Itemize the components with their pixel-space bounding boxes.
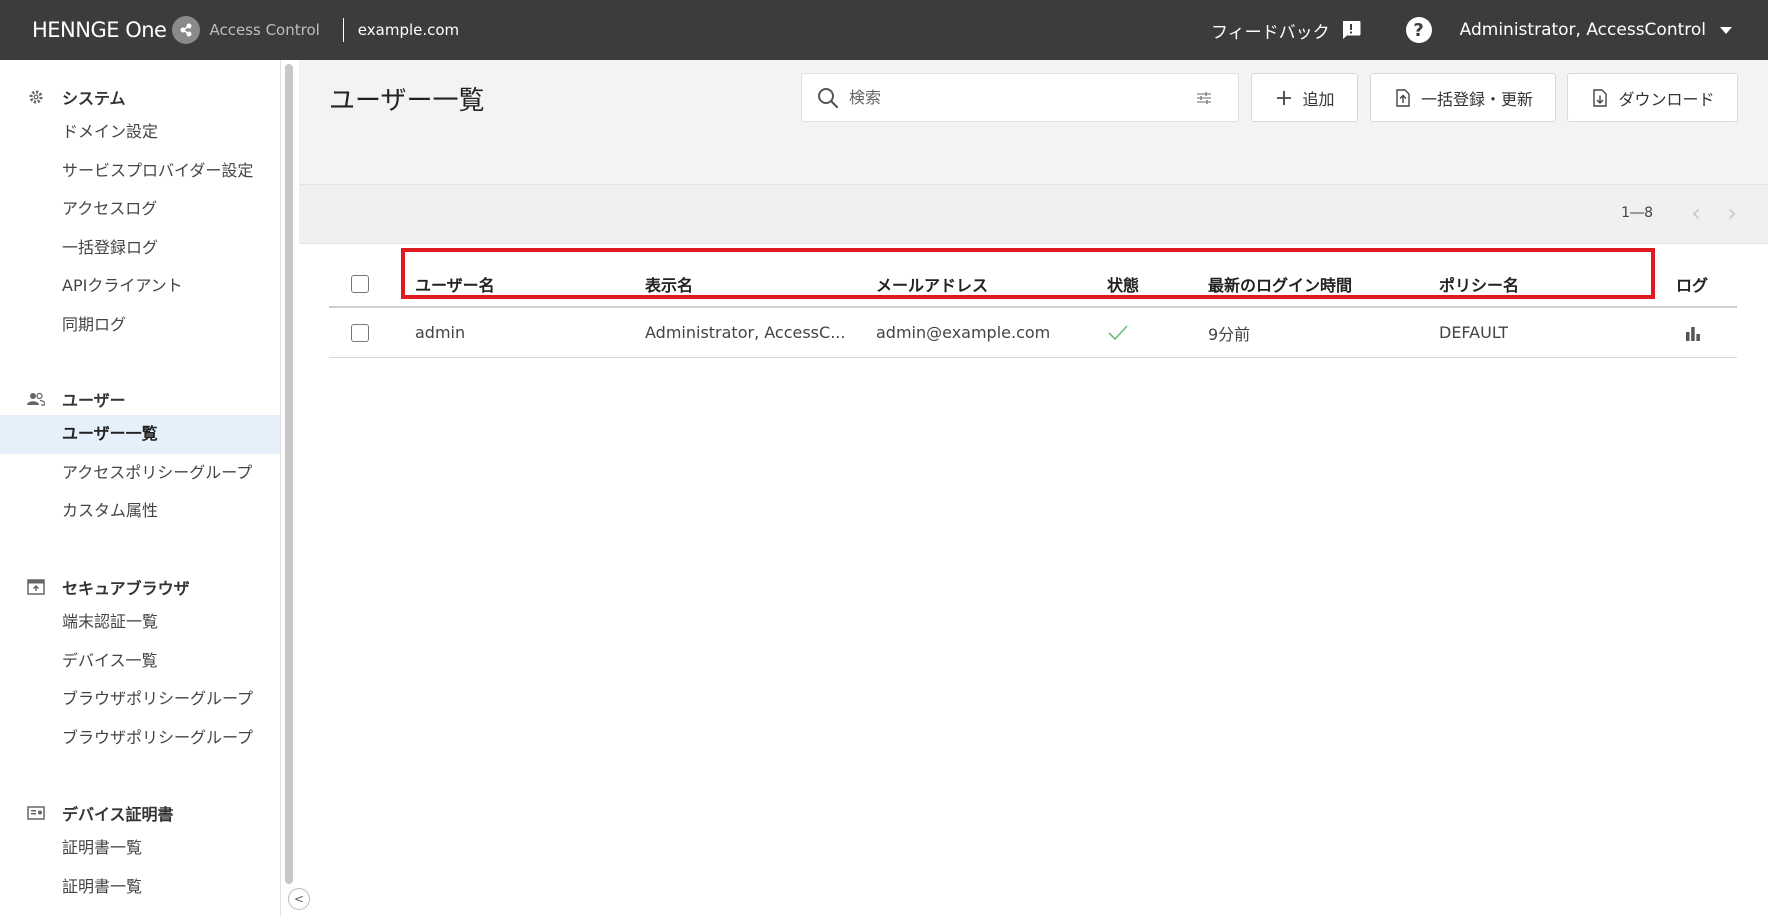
pagination-bar: 1―8 ‹ › — [299, 184, 1768, 244]
sidebar-item-cert-list-2[interactable]: 証明書一覧 — [0, 868, 280, 907]
cell-log — [1684, 308, 1702, 357]
sidebar-item-user-list[interactable]: ユーザー一覧 — [0, 415, 280, 454]
cell-display-name: Administrator, AccessC... — [645, 323, 846, 342]
feedback-label: フィードバック — [1210, 22, 1330, 43]
brand[interactable]: HENNGE One Access Control — [32, 0, 320, 60]
domain-label: example.com — [357, 21, 460, 39]
checkmark-icon — [1108, 324, 1128, 340]
sidebar-section-users: ユーザー ユーザー一覧 アクセスポリシーグループ カスタム属性 — [0, 383, 280, 531]
cell-policy: DEFAULT — [1439, 323, 1509, 342]
main-content: ユーザー一覧 追加 一括登録・更新 ダウンロード 1―8 ‹ › ユーザー名 — [299, 60, 1768, 916]
upload-file-icon — [1396, 88, 1410, 107]
table-header: ユーザー名 表示名 メールアドレス 状態 最新のログイン時間 ポリシー名 ログ — [329, 262, 1737, 308]
cell-status — [1107, 308, 1129, 357]
sidebar-item-sync-log[interactable]: 同期ログ — [0, 306, 280, 345]
cell-last-login: 9分前 — [1208, 324, 1251, 344]
column-header-log: ログ — [1676, 276, 1709, 295]
sidebar-section-device-cert: デバイス証明書 証明書一覧 証明書一覧 — [0, 797, 280, 907]
sidebar-heading: ユーザー — [0, 383, 280, 415]
feedback-button[interactable]: フィードバック — [1211, 18, 1362, 43]
bar-chart-icon[interactable] — [1684, 324, 1702, 342]
sidebar-item-browser-policy-group-2[interactable]: ブラウザポリシーグループ — [0, 719, 280, 758]
sidebar-item-access-policy-group[interactable]: アクセスポリシーグループ — [0, 454, 280, 493]
download-file-icon — [1593, 88, 1608, 107]
row-checkbox[interactable] — [351, 323, 369, 342]
download-button[interactable]: ダウンロード — [1567, 73, 1738, 122]
filter-icon[interactable] — [1195, 89, 1213, 107]
cell-email: admin@example.com — [876, 323, 1051, 342]
chevron-down-icon — [1720, 26, 1732, 34]
column-header-policy[interactable]: ポリシー名 — [1439, 262, 1519, 306]
sidebar: システム ドメイン設定 サービスプロバイダー設定 アクセスログ 一括登録ログ A… — [0, 60, 281, 916]
brand-divider — [342, 18, 344, 42]
user-name: Administrator, AccessControl — [1459, 20, 1706, 40]
users-icon — [26, 389, 46, 409]
add-button-label: 追加 — [1302, 89, 1335, 109]
certificate-icon — [26, 803, 46, 823]
select-all-cell — [351, 262, 369, 306]
sidebar-item-cert-list[interactable]: 証明書一覧 — [0, 829, 280, 868]
page-header: ユーザー一覧 追加 一括登録・更新 ダウンロード — [299, 60, 1768, 184]
search-box[interactable] — [801, 73, 1239, 122]
sidebar-item-domain-settings[interactable]: ドメイン設定 — [0, 113, 280, 152]
column-header-email[interactable]: メールアドレス — [876, 262, 988, 306]
row-select-cell — [351, 308, 369, 357]
bulk-register-button[interactable]: 一括登録・更新 — [1370, 73, 1556, 122]
product-name: Access Control — [209, 21, 320, 39]
column-header-username[interactable]: ユーザー名 — [415, 262, 495, 306]
sidebar-item-bulk-log[interactable]: 一括登録ログ — [0, 229, 280, 268]
sidebar-item-browser-policy-group[interactable]: ブラウザポリシーグループ — [0, 680, 280, 719]
chevron-right-icon[interactable]: › — [1720, 199, 1744, 227]
sidebar-item-device-list[interactable]: デバイス一覧 — [0, 642, 280, 681]
browser-icon — [26, 577, 46, 597]
brand-name: HENNGE One — [32, 18, 167, 42]
help-icon[interactable]: ? — [1405, 17, 1432, 43]
select-all-checkbox[interactable] — [351, 275, 369, 293]
bulk-register-label: 一括登録・更新 — [1420, 89, 1533, 109]
sidebar-scrollbar[interactable] — [285, 64, 293, 884]
pagination-range: 1―8 — [1621, 205, 1653, 221]
brand-logo-icon — [172, 16, 201, 44]
sidebar-section-system: システム ドメイン設定 サービスプロバイダー設定 アクセスログ 一括登録ログ A… — [0, 81, 280, 345]
add-button[interactable]: 追加 — [1251, 73, 1358, 122]
gear-icon — [26, 87, 46, 107]
sidebar-item-access-log[interactable]: アクセスログ — [0, 190, 280, 229]
column-header-display-name[interactable]: 表示名 — [645, 262, 693, 306]
sidebar-item-service-provider[interactable]: サービスプロバイダー設定 — [0, 152, 280, 191]
sidebar-section-secure-browser: セキュアブラウザ 端末認証一覧 デバイス一覧 ブラウザポリシーグループ ブラウザ… — [0, 571, 280, 758]
top-bar: HENNGE One Access Control example.com フィ… — [0, 0, 1768, 60]
sidebar-heading: システム — [0, 81, 280, 113]
user-menu[interactable]: Administrator, AccessControl — [1460, 20, 1732, 40]
page-title: ユーザー一覧 — [329, 86, 485, 116]
download-label: ダウンロード — [1618, 89, 1715, 109]
sidebar-heading: デバイス証明書 — [0, 797, 280, 829]
sidebar-item-terminal-auth[interactable]: 端末認証一覧 — [0, 603, 280, 642]
search-icon — [818, 87, 839, 108]
chevron-left-icon[interactable]: ‹ — [1684, 199, 1708, 227]
column-header-status[interactable]: 状態 — [1107, 262, 1139, 306]
plus-icon — [1277, 90, 1292, 105]
cell-username[interactable]: admin — [415, 308, 635, 357]
search-input[interactable] — [849, 88, 1189, 107]
sidebar-item-custom-attributes[interactable]: カスタム属性 — [0, 492, 280, 531]
feedback-icon — [1342, 21, 1361, 39]
sidebar-item-api-client[interactable]: APIクライアント — [0, 267, 280, 306]
column-header-last-login[interactable]: 最新のログイン時間 — [1208, 262, 1352, 306]
sidebar-heading: セキュアブラウザ — [0, 571, 280, 603]
table-row[interactable]: admin Administrator, AccessC... admin@ex… — [329, 308, 1737, 358]
users-table: ユーザー名 表示名 メールアドレス 状態 最新のログイン時間 ポリシー名 ログ … — [329, 262, 1737, 358]
